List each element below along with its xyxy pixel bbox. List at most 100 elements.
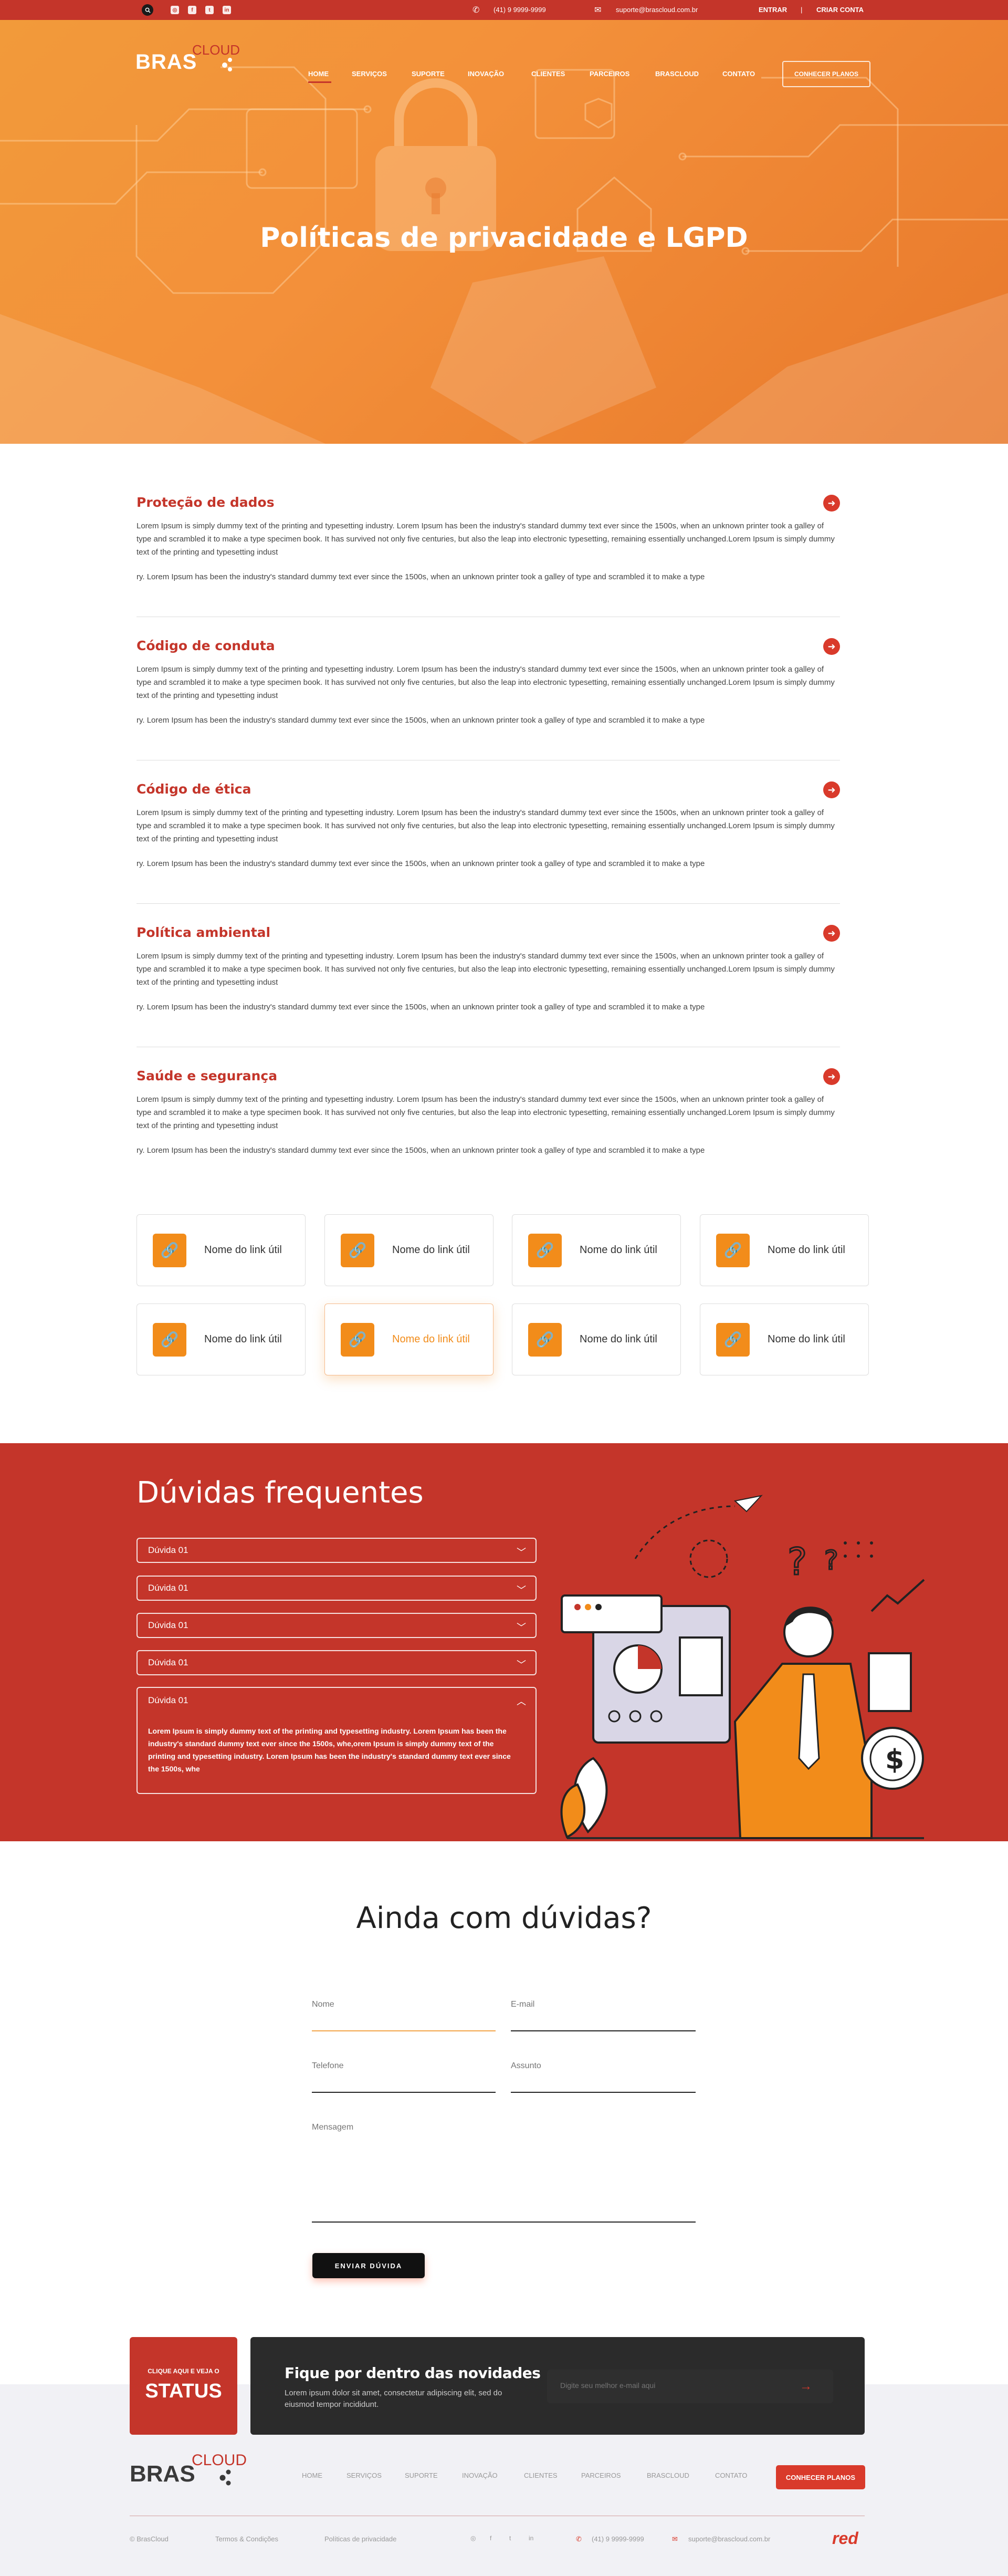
nav-plans-button[interactable]: CONHECER PLANOS	[782, 61, 870, 87]
section-title: Saúde e segurança	[136, 1068, 278, 1083]
status-small: CLIQUE AQUI E VEJA O	[148, 2368, 219, 2375]
footer-nav-home[interactable]: HOME	[302, 2471, 322, 2479]
top-bar: ◎ f t in ✆ (41) 9 9999-9999 ✉ suporte@br…	[0, 0, 1008, 20]
useful-link-card[interactable]: 🔗 Nome do link útil	[136, 1303, 306, 1375]
newsletter-box: Fique por dentro das novidades Lorem ips…	[250, 2337, 865, 2435]
useful-link-card[interactable]: 🔗 Nome do link útil	[324, 1214, 494, 1286]
status-card[interactable]: CLIQUE AQUI E VEJA O STATUS	[130, 2337, 237, 2435]
useful-link-card[interactable]: 🔗 Nome do link útil	[324, 1303, 494, 1375]
footer-nav-inovacao[interactable]: INOVAÇÃO	[462, 2471, 498, 2479]
footer-plans-button[interactable]: CONHECER PLANOS	[776, 2465, 865, 2489]
link-icon: 🔗	[341, 1322, 374, 1357]
logo-main: BRAS	[130, 2461, 195, 2487]
signup-link[interactable]: CRIAR CONTA	[816, 6, 864, 14]
nav-clientes[interactable]: CLIENTES	[531, 70, 565, 78]
section-paragraph: Lorem Ipsum is simply dummy text of the …	[136, 808, 835, 843]
useful-link-card[interactable]: 🔗 Nome do link útil	[700, 1303, 869, 1375]
arrow-right-icon[interactable]: ➜	[823, 781, 840, 798]
login-link[interactable]: ENTRAR	[759, 6, 787, 14]
hero-banner: BRAS CLOUD HOME SERVIÇOS SUPORTE INOVAÇÃ…	[0, 20, 1008, 444]
message-field[interactable]	[312, 2123, 696, 2223]
section-paragraph: Lorem Ipsum is simply dummy text of the …	[136, 952, 835, 987]
policy-section: Saúde e segurança ➜ Lorem Ipsum is simpl…	[136, 1068, 840, 1157]
arrow-right-icon[interactable]: ➜	[823, 638, 840, 655]
footer-email[interactable]: suporte@brascloud.com.br	[688, 2535, 770, 2543]
linkedin-icon[interactable]: in	[529, 2535, 533, 2542]
faq-question-label: Dúvida 01	[148, 1545, 188, 1555]
faq-question[interactable]: Dúvida 01 ﹀	[136, 1576, 537, 1601]
arrow-right-icon[interactable]: →	[800, 2379, 812, 2394]
arrow-right-icon[interactable]: ➜	[823, 925, 840, 942]
useful-link-card[interactable]: 🔗 Nome do link útil	[136, 1214, 306, 1286]
name-input[interactable]	[312, 2000, 496, 2009]
send-question-button[interactable]: ENVIAR DÚVIDA	[312, 2253, 425, 2278]
terms-link[interactable]: Termos & Condições	[215, 2535, 278, 2543]
nav-suporte[interactable]: SUPORTE	[412, 70, 445, 78]
newsletter-field[interactable]: →	[547, 2370, 833, 2403]
topbar-phone[interactable]: (41) 9 9999-9999	[494, 6, 546, 14]
agency-logo[interactable]: red	[832, 2529, 858, 2548]
instagram-icon[interactable]: ◎	[470, 2535, 476, 2542]
faq-question-label: Dúvida 01	[148, 1620, 188, 1630]
footer-phone[interactable]: (41) 9 9999-9999	[592, 2535, 644, 2543]
newsletter-title: Fique por dentro das novidades	[285, 2364, 541, 2382]
phone-icon: ✆	[576, 2535, 582, 2543]
logo-main: BRAS	[135, 50, 197, 74]
nav-brascloud[interactable]: BRASCLOUD	[655, 70, 699, 78]
privacy-link[interactable]: Políticas de privacidade	[324, 2535, 396, 2543]
nav-servicos[interactable]: SERVIÇOS	[352, 70, 387, 78]
linkedin-icon[interactable]: in	[223, 6, 231, 14]
link-icon: 🔗	[153, 1233, 186, 1267]
section-paragraph: ry. Lorem Ipsum has been the industry's …	[136, 1146, 705, 1155]
faq-question-expanded[interactable]: Dúvida 01 ︿ Lorem Ipsum is simply dummy …	[136, 1687, 537, 1794]
chevron-up-icon: ︿	[517, 1696, 526, 1707]
faq-question[interactable]: Dúvida 01 ﹀	[136, 1613, 537, 1638]
policy-section: Código de ética ➜ Lorem Ipsum is simply …	[136, 781, 840, 904]
useful-link-label: Nome do link útil	[768, 1244, 845, 1256]
topbar-email[interactable]: suporte@brascloud.com.br	[616, 6, 698, 14]
nav-contato[interactable]: CONTATO	[722, 70, 755, 78]
chevron-down-icon: ﹀	[517, 1622, 526, 1633]
subject-input[interactable]	[511, 2061, 696, 2071]
twitter-icon[interactable]: t	[509, 2535, 511, 2542]
nav-parceiros[interactable]: PARCEIROS	[590, 70, 629, 78]
instagram-icon[interactable]: ◎	[171, 6, 179, 14]
newsletter-input[interactable]	[560, 2381, 781, 2390]
phone-field[interactable]	[312, 2061, 496, 2093]
mail-icon: ✉	[672, 2535, 678, 2543]
link-icon: 🔗	[528, 1322, 562, 1357]
twitter-icon[interactable]: t	[205, 6, 214, 14]
useful-link-card[interactable]: 🔗 Nome do link útil	[700, 1214, 869, 1286]
nav-inovacao[interactable]: INOVAÇÃO	[468, 70, 504, 78]
useful-link-label: Nome do link útil	[204, 1244, 282, 1256]
arrow-right-icon[interactable]: ➜	[823, 1068, 840, 1085]
footer-nav-brascloud[interactable]: BRASCLOUD	[647, 2471, 689, 2479]
nav-home[interactable]: HOME	[308, 70, 329, 78]
nav-active-indicator	[308, 81, 331, 83]
phone-input[interactable]	[312, 2061, 496, 2071]
email-input[interactable]	[511, 2000, 696, 2009]
faq-title: Dúvidas frequentes	[136, 1476, 424, 1510]
footer-nav-servicos[interactable]: SERVIÇOS	[346, 2471, 382, 2479]
footer-nav-parceiros[interactable]: PARCEIROS	[581, 2471, 621, 2479]
useful-link-card[interactable]: 🔗 Nome do link útil	[512, 1214, 681, 1286]
arrow-right-icon[interactable]: ➜	[823, 495, 840, 512]
useful-link-card[interactable]: 🔗 Nome do link útil	[512, 1303, 681, 1375]
faq-question[interactable]: Dúvida 01 ﹀	[136, 1538, 537, 1563]
facebook-icon[interactable]: f	[490, 2535, 491, 2542]
email-field[interactable]	[511, 2000, 696, 2031]
search-icon[interactable]	[142, 4, 153, 16]
subject-field[interactable]	[511, 2061, 696, 2093]
facebook-icon[interactable]: f	[188, 6, 196, 14]
footer-nav-contato[interactable]: CONTATO	[715, 2471, 747, 2479]
logo-mark-icon	[219, 2469, 231, 2486]
footer-nav-suporte[interactable]: SUPORTE	[405, 2471, 438, 2479]
faq-question[interactable]: Dúvida 01 ﹀	[136, 1650, 537, 1675]
divider	[136, 903, 840, 904]
faq-answer: Lorem Ipsum is simply dummy text of the …	[148, 1727, 511, 1773]
footer-nav-clientes[interactable]: CLIENTES	[524, 2471, 558, 2479]
link-icon: 🔗	[716, 1233, 750, 1267]
useful-link-label: Nome do link útil	[580, 1244, 657, 1256]
name-field[interactable]	[312, 2000, 496, 2031]
message-input[interactable]	[312, 2123, 696, 2212]
